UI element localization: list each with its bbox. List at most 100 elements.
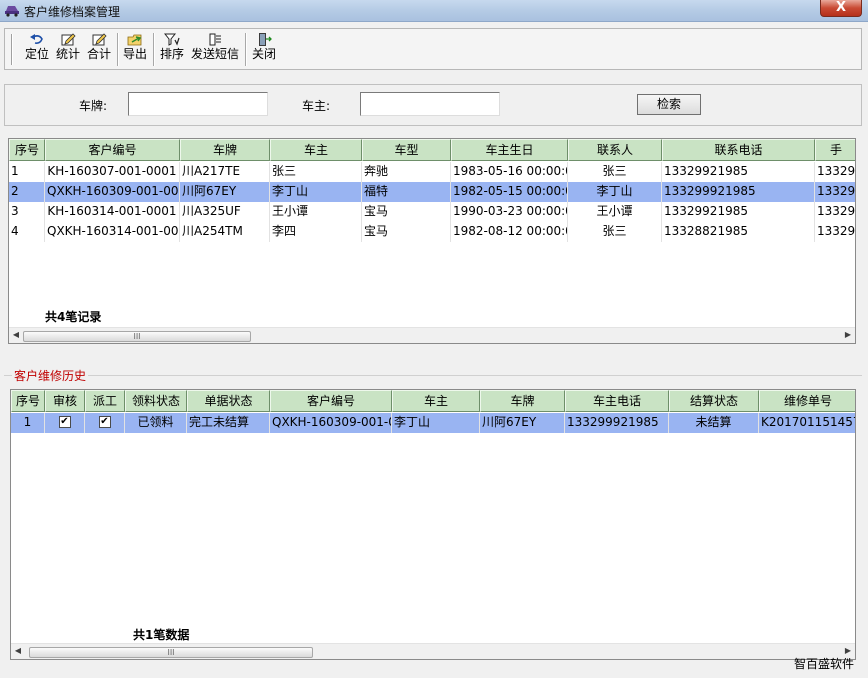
table-cell: KH-160307-001-0001 bbox=[45, 162, 180, 182]
table-cell: 王小谭 bbox=[270, 202, 362, 222]
history-col-header[interactable]: 车牌 bbox=[480, 390, 565, 412]
owner-input[interactable] bbox=[360, 92, 500, 116]
table-cell: KH-160314-001-0001 bbox=[45, 202, 180, 222]
history-col-header[interactable]: 客户编号 bbox=[270, 390, 392, 412]
export-folder-icon bbox=[127, 34, 142, 46]
table-cell: 李丁山 bbox=[392, 413, 480, 433]
table-cell: 133299921985 bbox=[662, 182, 815, 202]
audit-checkbox[interactable]: ✔ bbox=[45, 413, 85, 433]
search-button[interactable]: 检索 bbox=[637, 94, 701, 115]
table-cell: 已领料 bbox=[125, 413, 187, 433]
customer-col-header[interactable]: 联系电话 bbox=[662, 139, 815, 161]
table-cell: 李四 bbox=[270, 222, 362, 242]
table-cell: 13329 bbox=[815, 222, 855, 242]
plate-input[interactable] bbox=[128, 92, 268, 116]
table-cell: 李丁山 bbox=[568, 182, 662, 202]
customer-col-header[interactable]: 车牌 bbox=[180, 139, 270, 161]
checkbox-icon[interactable]: ✔ bbox=[98, 415, 111, 428]
history-hscrollbar[interactable]: ◀ III ▶ bbox=[11, 643, 855, 659]
table-cell: 2 bbox=[9, 182, 45, 202]
customer-grid-header: 序号 客户编号 车牌 车主 车型 车主生日 联系人 联系电话手 bbox=[9, 139, 855, 161]
table-cell: 13329 bbox=[815, 162, 855, 182]
send-sms-button[interactable]: 发送短信 bbox=[189, 32, 241, 68]
history-col-header[interactable]: 派工 bbox=[85, 390, 125, 412]
close-button[interactable]: 关闭 bbox=[250, 32, 278, 68]
dispatch-checkbox[interactable]: ✔ bbox=[85, 413, 125, 433]
customer-col-header[interactable]: 车型 bbox=[362, 139, 451, 161]
scroll-thumb[interactable]: III bbox=[23, 331, 251, 342]
undo-arrow-icon bbox=[30, 34, 43, 44]
history-col-header[interactable]: 结算状态 bbox=[669, 390, 759, 412]
window-title: 客户维修档案管理 bbox=[24, 5, 121, 19]
history-col-header[interactable]: 序号 bbox=[11, 390, 45, 412]
table-cell: 1 bbox=[11, 413, 45, 433]
history-col-header[interactable]: 领料状态 bbox=[125, 390, 187, 412]
table-cell: 奔驰 bbox=[362, 162, 451, 182]
scroll-left-arrow-icon[interactable]: ◀ bbox=[13, 646, 23, 655]
total-button[interactable]: 合计 bbox=[85, 32, 113, 68]
history-group-title: 客户维修历史 bbox=[12, 367, 89, 384]
sort-filter-icon bbox=[164, 33, 180, 46]
table-cell: 1 bbox=[9, 162, 45, 182]
table-cell: 1983-05-16 00:00:00 bbox=[451, 162, 568, 182]
history-col-header[interactable]: 车主 bbox=[392, 390, 480, 412]
edit-note-icon bbox=[61, 33, 76, 46]
brand-label: 智百盛软件 bbox=[793, 657, 854, 671]
table-cell: 王小谭 bbox=[568, 202, 662, 222]
table-cell: 4 bbox=[9, 222, 45, 242]
table-row[interactable]: 3 KH-160314-001-0001 川A325UF 王小谭 宝马 1990-03-2… bbox=[9, 202, 855, 222]
scroll-right-arrow-icon[interactable]: ▶ bbox=[843, 646, 853, 655]
sort-button[interactable]: 排序 bbox=[158, 32, 186, 68]
locate-button[interactable]: 定位 bbox=[22, 32, 52, 68]
customer-col-header[interactable]: 车主生日 bbox=[451, 139, 568, 161]
title-bar: 客户维修档案管理 X bbox=[0, 0, 868, 22]
table-cell: 1990-03-23 00:00:00 bbox=[451, 202, 568, 222]
table-cell: 13329 bbox=[815, 182, 855, 202]
customer-col-header[interactable]: 手 bbox=[815, 139, 855, 161]
customer-grid[interactable]: 序号 客户编号 车牌 车主 车型 车主生日 联系人 联系电话手 1 KH-160307-001-… bbox=[8, 138, 856, 344]
history-col-header[interactable]: 单据状态 bbox=[187, 390, 270, 412]
table-row[interactable]: 1 KH-160307-001-0001 川A217TE 张三 奔驰 1983-05-16… bbox=[9, 162, 855, 182]
customer-col-header[interactable]: 联系人 bbox=[568, 139, 662, 161]
owner-label: 车主: bbox=[302, 99, 331, 113]
customer-col-header[interactable]: 序号 bbox=[9, 139, 45, 161]
main-window: 客户维修档案管理 X 定位 统计 合计 导出 排序 发送短信 关闭 车牌: 车主… bbox=[0, 0, 868, 678]
history-col-header[interactable]: 维修单号 bbox=[759, 390, 855, 412]
plate-label: 车牌: bbox=[79, 99, 108, 113]
toolbar-separator bbox=[117, 33, 119, 66]
table-cell: 川A254TM bbox=[180, 222, 270, 242]
customer-col-header[interactable]: 客户编号 bbox=[45, 139, 180, 161]
table-cell: 133299921985 bbox=[565, 413, 669, 433]
history-col-header[interactable]: 车主电话 bbox=[565, 390, 669, 412]
table-cell: 宝马 bbox=[362, 222, 451, 242]
stats-button[interactable]: 统计 bbox=[54, 32, 82, 68]
toolbar: 定位 统计 合计 导出 排序 发送短信 关闭 bbox=[4, 28, 862, 70]
group-divider bbox=[4, 375, 862, 376]
scroll-left-arrow-icon[interactable]: ◀ bbox=[11, 330, 21, 339]
table-cell: 福特 bbox=[362, 182, 451, 202]
table-cell: 13329921985 bbox=[662, 202, 815, 222]
table-cell: 李丁山 bbox=[270, 182, 362, 202]
toolbar-separator bbox=[153, 33, 155, 66]
table-row[interactable]: 2 QXKH-160309-001-0001 川阿67EY 李丁山 福特 1982-05-… bbox=[9, 182, 855, 202]
table-cell: 未结算 bbox=[669, 413, 759, 433]
checkbox-icon[interactable]: ✔ bbox=[58, 415, 71, 428]
customer-hscrollbar[interactable]: ◀ III ▶ bbox=[9, 327, 855, 343]
customer-col-header[interactable]: 车主 bbox=[270, 139, 362, 161]
history-col-header[interactable]: 审核 bbox=[45, 390, 85, 412]
message-icon bbox=[209, 33, 221, 46]
toolbar-separator bbox=[245, 33, 247, 66]
table-cell: 川A217TE bbox=[180, 162, 270, 182]
table-cell: 张三 bbox=[568, 162, 662, 182]
search-panel: 车牌: 车主: 检索 bbox=[4, 84, 862, 126]
table-cell: 张三 bbox=[270, 162, 362, 182]
scroll-right-arrow-icon[interactable]: ▶ bbox=[843, 330, 853, 339]
window-close-button[interactable]: X bbox=[820, 0, 862, 17]
scroll-thumb[interactable]: III bbox=[29, 647, 313, 658]
table-row[interactable]: 4 QXKH-160314-001-0001 川A254TM 李四 宝马 1982-08-… bbox=[9, 222, 855, 242]
history-grid[interactable]: 序号 审核 派工 领料状态 单据状态 客户编号 车主 车牌 车主电话 结算状态 维修单号 1 ✔ ✔ 已领… bbox=[10, 389, 856, 660]
table-cell: QXKH-160314-001-0001 bbox=[45, 222, 180, 242]
table-row[interactable]: 1 ✔ ✔ 已领料完工未结算QXKH-160309-001-0001李丁山川阿67EY… bbox=[11, 413, 855, 433]
table-cell: 1982-08-12 00:00:00 bbox=[451, 222, 568, 242]
export-button[interactable]: 导出 bbox=[121, 32, 149, 68]
